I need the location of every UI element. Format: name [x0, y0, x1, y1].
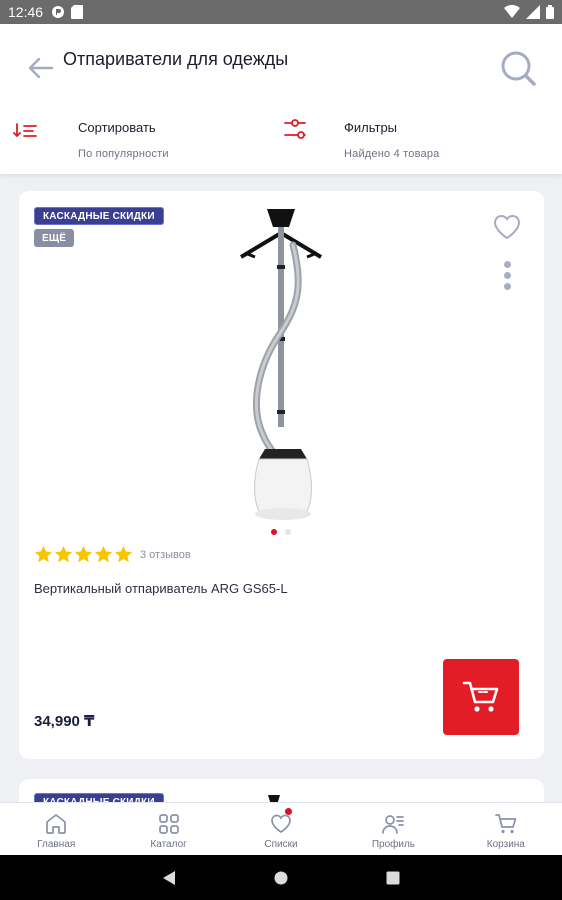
app-header: Отпариватели для одежды Сортировать По п…	[0, 24, 562, 174]
recents-square-icon[interactable]	[386, 871, 400, 885]
star-icon	[94, 545, 113, 563]
sort-icon	[13, 123, 37, 137]
sd-card-icon	[71, 5, 84, 19]
wifi-icon	[504, 5, 520, 18]
header-top: Отпариватели для одежды	[0, 24, 562, 100]
star-icon	[74, 545, 93, 563]
status-bar: 12:46	[0, 0, 562, 24]
cart-icon	[462, 681, 499, 712]
more-dot	[504, 272, 511, 279]
rating: 3 отзывов	[34, 545, 191, 564]
product-price: 34,990 ₸	[34, 713, 95, 730]
discount-badge: КАСКАДНЫЕ СКИДКИ	[34, 207, 164, 225]
nav-item-home[interactable]: Главная	[0, 803, 112, 855]
pager-dot-active[interactable]	[271, 529, 277, 535]
nav-label: Главная	[37, 839, 76, 850]
arrow-left-icon	[28, 57, 54, 79]
home-circle-icon[interactable]	[274, 871, 288, 885]
nav-item-cart[interactable]: Корзина	[450, 803, 562, 855]
heart-icon	[271, 814, 291, 833]
star-icon	[34, 545, 53, 563]
system-nav-bar	[0, 855, 562, 900]
image-pager	[271, 529, 291, 535]
page-title: Отпариватели для одежды	[63, 49, 289, 69]
search-icon	[501, 51, 536, 86]
filter-value: Найдено 4 товара	[344, 148, 440, 160]
search-button[interactable]	[498, 48, 538, 88]
star-icon	[54, 545, 73, 563]
home-icon	[46, 814, 67, 834]
signal-icon	[526, 5, 540, 19]
sort-value: По популярности	[78, 148, 169, 160]
back-button[interactable]	[26, 54, 58, 82]
nav-label: Списки	[264, 839, 298, 850]
nav-label: Корзина	[486, 839, 525, 850]
nav-label: Каталог	[150, 839, 187, 850]
favorite-button[interactable]	[492, 213, 522, 241]
pager-dot[interactable]	[285, 529, 291, 535]
status-time: 12:46	[8, 4, 44, 20]
app-notification-icon	[52, 6, 65, 18]
bottom-nav: Главная Каталог Списки Профиль Корзина	[0, 802, 562, 855]
product-card[interactable]: КАСКАДНЫЕ СКИДКИ ЕЩЁ 3 отзывов Вертикаль…	[19, 191, 544, 759]
heart-outline-icon	[493, 214, 521, 240]
sort-button[interactable]: Сортировать По популярности	[0, 114, 270, 164]
more-options-button[interactable]	[500, 259, 516, 293]
nav-label: Профиль	[371, 839, 415, 850]
add-to-cart-button[interactable]	[443, 659, 519, 735]
garment-steamer-image	[239, 209, 323, 520]
filter-sliders-icon	[284, 119, 306, 139]
profile-icon	[382, 815, 405, 834]
filter-button[interactable]: Фильтры Найдено 4 товара	[280, 114, 562, 164]
more-badges-button[interactable]: ЕЩЁ	[34, 229, 75, 247]
product-name[interactable]: Вертикальный отпариватель ARG GS65-L	[34, 581, 288, 596]
star-icon	[114, 545, 133, 563]
cart-icon	[494, 814, 517, 834]
notification-dot	[284, 808, 292, 815]
filter-label: Фильтры	[344, 120, 398, 135]
battery-icon	[546, 5, 554, 19]
catalog-grid-icon	[158, 814, 179, 834]
sort-label: Сортировать	[78, 120, 156, 135]
back-triangle-icon[interactable]	[162, 870, 176, 886]
more-dot	[504, 283, 511, 290]
nav-item-lists[interactable]: Списки	[225, 803, 337, 855]
review-count[interactable]: 3 отзывов	[140, 549, 191, 561]
nav-item-catalog[interactable]: Каталог	[112, 803, 224, 855]
product-image[interactable]	[239, 205, 339, 521]
nav-item-profile[interactable]: Профиль	[337, 803, 449, 855]
more-dot	[504, 261, 511, 268]
